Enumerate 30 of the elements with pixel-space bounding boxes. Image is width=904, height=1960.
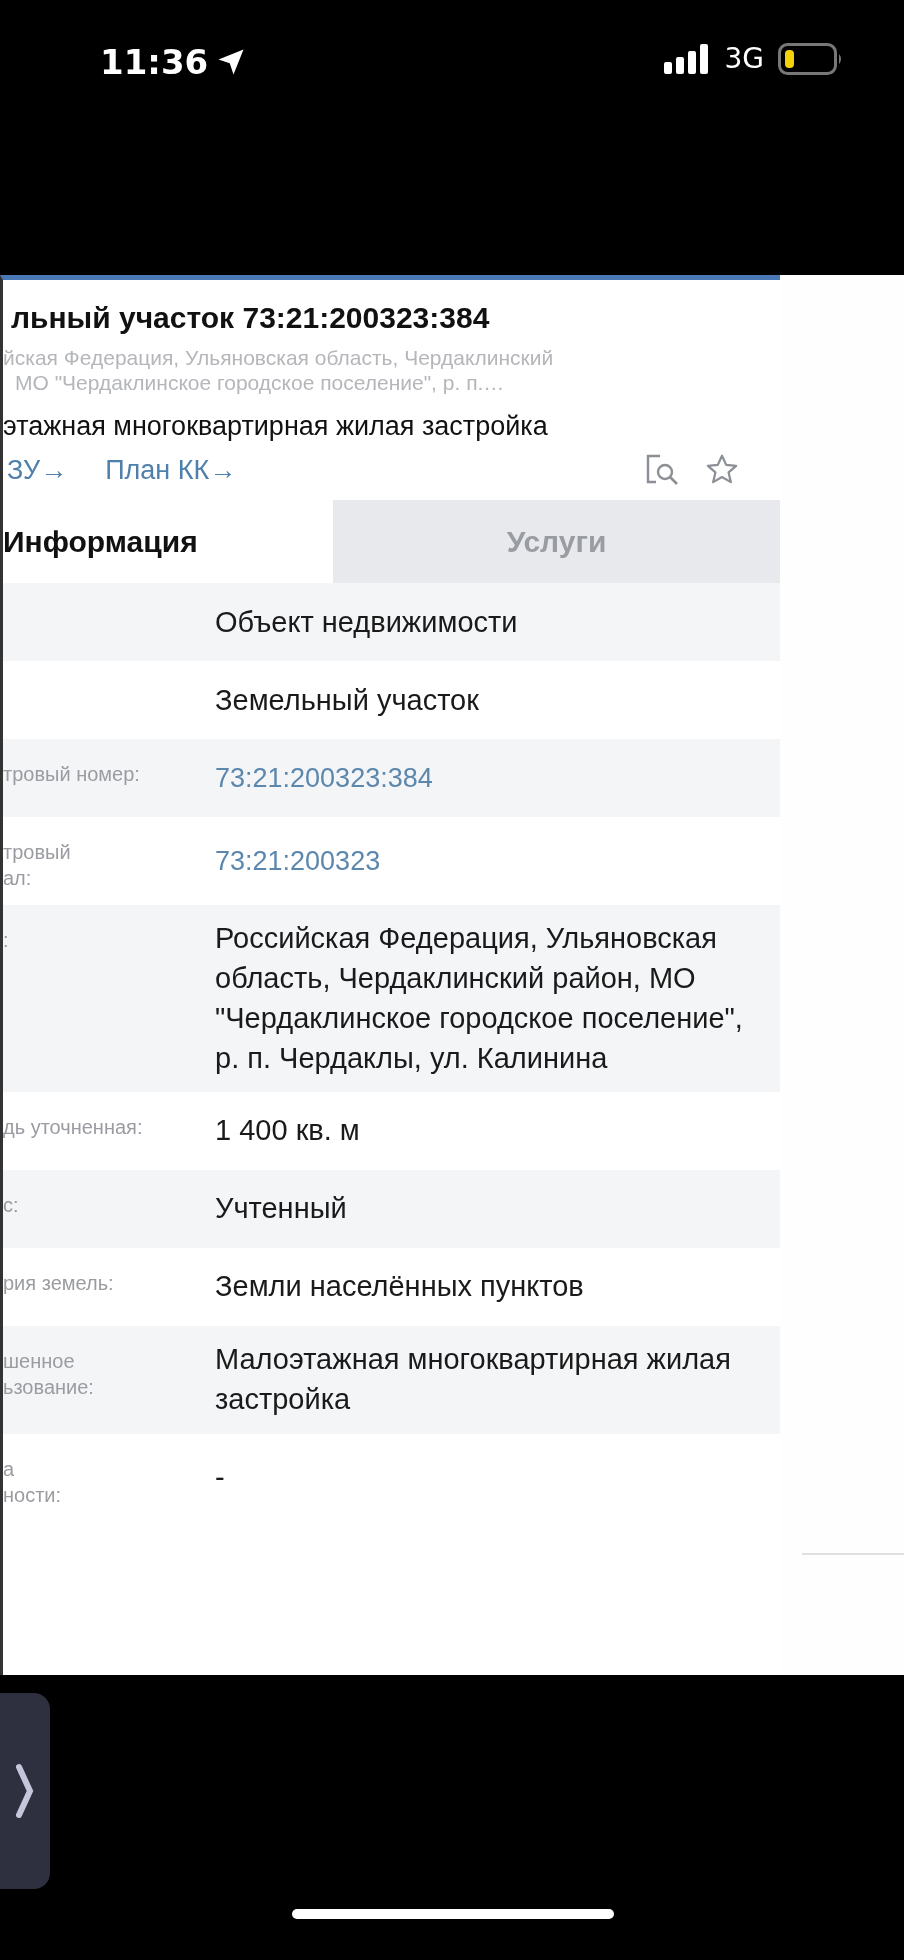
land-use-text: этажная многоквартирная жилая застройка xyxy=(3,410,549,444)
field-label: с: xyxy=(3,1193,19,1219)
field-value: Земли населённых пунктов xyxy=(215,1269,584,1305)
chevron-right-icon xyxy=(15,1763,35,1819)
address-summary: йская Федерация, Ульяновская область, Чердаклинский МО "Чердаклинское городское поселение", р. п.… xyxy=(3,345,555,396)
field-label: а ности: xyxy=(3,1456,62,1508)
field-value: Земельный участок xyxy=(215,682,479,718)
signal-icon xyxy=(664,43,711,74)
clock-time: 11:36 xyxy=(100,42,209,82)
field-label: тровый номер: xyxy=(3,762,140,788)
field-value: Российская Федерация, Ульяновская область, Чердаклинский район, МО "Чердаклинское городское поселение", р. п. Чердаклы, ул. Калинина xyxy=(215,921,744,1076)
cadastral-link[interactable]: 73:21:200323 xyxy=(215,842,381,880)
side-handle[interactable] xyxy=(0,1693,50,1889)
field-value: 1 400 кв. м xyxy=(215,1113,360,1149)
cadastral-link[interactable]: 73:21:200323:384 xyxy=(215,759,433,797)
battery-icon xyxy=(778,42,844,75)
field-label: : xyxy=(3,928,9,954)
parcel-title: льный участок 73:21:200323:384 xyxy=(10,300,491,336)
field-value: Учтенный xyxy=(215,1191,347,1227)
network-type: 3G xyxy=(724,42,764,75)
field-label: тровый ал: xyxy=(3,840,71,892)
field-value: Объект недвижимости xyxy=(215,604,518,640)
field-label: дь уточненная: xyxy=(3,1115,143,1141)
nav-link[interactable]: ЗУ→ xyxy=(7,454,68,486)
field-value: - xyxy=(215,1459,225,1495)
field-label: шенное ьзование: xyxy=(3,1349,94,1401)
tab[interactable]: Услуги xyxy=(333,500,780,584)
field-label: рия земель: xyxy=(3,1271,114,1297)
nav-link[interactable]: План КК→ xyxy=(105,454,237,486)
field-value: Малоэтажная многоквартирная жилая застройка xyxy=(215,1342,732,1418)
